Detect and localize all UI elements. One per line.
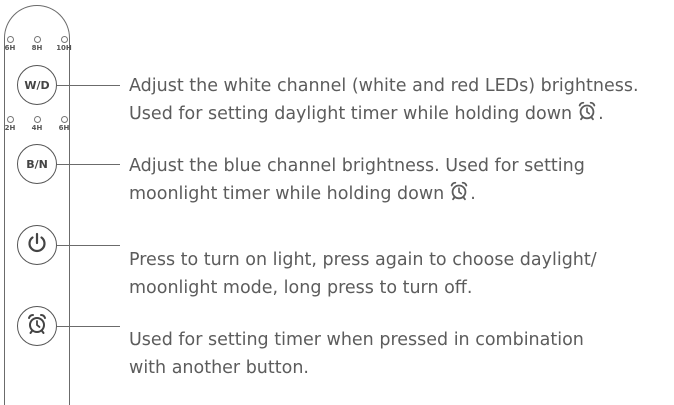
indicator-10h: 10H [54,36,74,52]
power-leader-line [57,245,120,246]
indicator-label: 4H [31,124,43,132]
bn-button[interactable]: B/N [17,144,57,184]
wd-description: Adjust the white channel (white and red … [129,72,674,131]
bn-description: Adjust the blue channel brightness. Used… [129,152,674,211]
indicator-dot [60,36,68,43]
timer-description-line1: Used for setting timer when pressed in c… [129,330,584,350]
wd-description-line1: Adjust the white channel (white and red … [129,76,639,96]
indicator-8h: 8H [27,36,47,52]
indicator-label: 2H [4,124,16,132]
blue-timer-indicators: 2H 4H 6H [0,116,74,132]
white-timer-indicators: 6H 8H 10H [0,36,74,52]
indicator-dot [33,36,41,43]
power-description-line2: moonlight mode, long press to turn off. [129,278,473,298]
bn-description-line1: Adjust the blue channel brightness. Used… [129,156,585,176]
timer-leader-line [57,326,120,327]
bn-button-label: B/N [26,157,48,171]
timer-button[interactable] [17,306,57,346]
wd-leader-line [57,85,120,86]
wd-description-line2: Used for setting daylight timer while ho… [129,100,674,131]
power-description-line1: Press to turn on light, press again to c… [129,250,597,270]
wd-button-label: W/D [24,78,50,92]
power-description: Press to turn on light, press again to c… [129,246,674,302]
indicator-dot [60,116,68,123]
alarm-clock-icon [576,100,598,131]
indicator-dot [6,36,14,43]
indicator-label: 6H [58,124,70,132]
timer-description-line2: with another button. [129,358,309,378]
alarm-clock-icon [25,312,49,340]
wd-button[interactable]: W/D [17,65,57,105]
indicator-2h: 2H [0,116,20,132]
timer-description: Used for setting timer when pressed in c… [129,326,674,382]
indicator-label: 6H [4,44,16,52]
bn-leader-line [57,164,120,165]
indicator-label: 8H [31,44,43,52]
alarm-clock-icon [448,180,470,211]
indicator-6h-blue: 6H [54,116,74,132]
indicator-6h: 6H [0,36,20,52]
power-icon [25,231,49,259]
indicator-dot [33,116,41,123]
indicator-dot [6,116,14,123]
indicator-4h: 4H [27,116,47,132]
power-button[interactable] [17,225,57,265]
bn-description-line2: moonlight timer while holding down. [129,180,674,211]
indicator-label: 10H [56,44,72,52]
